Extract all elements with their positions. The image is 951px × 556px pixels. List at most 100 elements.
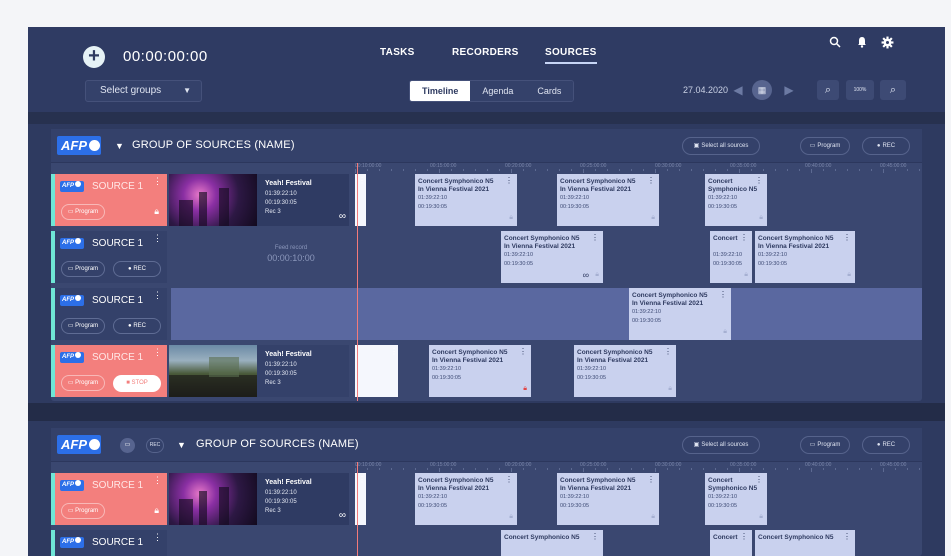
source-card[interactable]: AFP SOURCE 1 ⋮ ▭ Program 🔒︎ — [51, 174, 167, 226]
more-vertical-icon[interactable]: ⋮ — [153, 233, 162, 244]
view-agenda[interactable]: Agenda — [470, 81, 526, 101]
view-switch: Timeline Agenda Cards — [409, 80, 575, 102]
more-vertical-icon[interactable]: ⋮ — [153, 532, 162, 543]
bell-icon[interactable] — [855, 36, 869, 50]
program-button[interactable]: ▭ Program — [61, 375, 105, 391]
recording-card[interactable]: Concert Symphonico N5 In Vienna Festival… — [415, 473, 517, 525]
source-card[interactable]: AFP SOURCE 1 ⋮ ▭ Program 🔒︎ — [51, 473, 167, 525]
recording-subtitle: In Vienna Festival 2021 — [632, 300, 704, 307]
recording-card[interactable]: Concert Symphonico N5 In Vienna Festival… — [429, 345, 531, 397]
more-vertical-icon[interactable]: ⋮ — [664, 347, 672, 356]
more-vertical-icon[interactable]: ⋮ — [740, 233, 748, 242]
more-vertical-icon[interactable]: ⋮ — [719, 290, 727, 299]
ruler-tick — [463, 468, 464, 470]
tab-tasks[interactable]: TASKS — [380, 47, 415, 58]
rec-button[interactable]: ● REC — [862, 436, 910, 454]
zoom-in-icon[interactable]: ⌕ — [880, 80, 906, 100]
prev-arrow-icon[interactable]: ◀ — [732, 82, 744, 98]
tab-recorders[interactable]: RECORDERS — [452, 47, 519, 58]
search-icon[interactable] — [828, 36, 842, 50]
more-vertical-icon[interactable]: ⋮ — [505, 176, 513, 185]
more-vertical-icon[interactable]: ⋮ — [505, 475, 513, 484]
ruler-tick — [607, 169, 608, 171]
more-vertical-icon[interactable]: ⋮ — [591, 532, 599, 541]
tab-sources[interactable]: SOURCES — [545, 47, 597, 64]
recording-card[interactable]: Concert Symphonico N5 In Vienna Festival… — [629, 288, 731, 340]
recording-title: Concert Symphonico N5 — [418, 477, 494, 484]
more-vertical-icon[interactable]: ⋮ — [755, 176, 763, 185]
rec-button[interactable]: ● REC — [113, 261, 161, 277]
recording-time-2: 00:19:30:05 — [418, 204, 448, 210]
add-icon[interactable]: + — [83, 46, 105, 68]
more-vertical-icon[interactable]: ⋮ — [153, 475, 162, 486]
more-vertical-icon[interactable]: ⋮ — [740, 532, 748, 541]
more-vertical-icon[interactable]: ⋮ — [390, 347, 398, 356]
recording-card[interactable]: Concert Symphonico N5 In Vienna Festival… — [415, 174, 517, 226]
program-button[interactable]: ▭ Program — [800, 137, 850, 155]
more-vertical-icon[interactable]: ⋮ — [358, 475, 366, 484]
program-button[interactable]: ▭ Program — [800, 436, 850, 454]
live-title: Yeah! Festival — [265, 351, 312, 358]
lock-icon: 🔒︎ — [668, 385, 672, 392]
more-vertical-icon[interactable]: ⋮ — [843, 233, 851, 242]
stop-button[interactable]: ■ STOP — [113, 375, 161, 392]
recording-card[interactable]: Concert Symphonico N5 In Vienna Festival… — [557, 174, 659, 226]
playhead[interactable] — [357, 462, 358, 556]
chevron-down-icon[interactable]: ▼ — [115, 141, 124, 151]
more-vertical-icon[interactable]: ⋮ — [843, 532, 851, 541]
rec-button[interactable]: ● REC — [862, 137, 910, 155]
more-vertical-icon[interactable]: ⋮ — [755, 475, 763, 484]
next-arrow-icon[interactable]: ▶ — [783, 82, 795, 98]
program-button[interactable]: ▭ Program — [61, 503, 105, 519]
recording-card[interactable]: Concert Symphonico N5 In Vienna Festival… — [557, 473, 659, 525]
playhead[interactable] — [357, 163, 358, 401]
recording-card[interactable]: Concert Symphonico N5 In Vienna Festival… — [574, 345, 676, 397]
recording-time-1: 01:39:22:10 — [418, 195, 448, 201]
source-card[interactable]: AFP SOURCE 1 ⋮ ▭ Program ● REC — [51, 231, 167, 283]
calendar-icon[interactable]: ▦ — [752, 80, 772, 100]
recording-card[interactable]: Concert Symphonico N5 01:39:22:10 00:19:… — [705, 473, 767, 525]
logo-text: AFP — [62, 354, 74, 360]
mini-rec-button[interactable]: REC — [146, 438, 164, 453]
more-vertical-icon[interactable]: ⋮ — [153, 347, 162, 358]
source-card[interactable]: AFP SOURCE 1 ⋮ ▭ Program ■ STOP — [51, 345, 167, 397]
zoom-out-icon[interactable]: ⌕ — [817, 80, 839, 100]
more-vertical-icon[interactable]: ⋮ — [647, 475, 655, 484]
recording-card[interactable]: Concert Symphonico N5 In Vienna Festival… — [501, 231, 603, 283]
source-name: SOURCE 1 — [92, 480, 144, 491]
select-all-button[interactable]: ▣ Select all sources — [682, 436, 760, 454]
more-vertical-icon[interactable]: ⋮ — [647, 176, 655, 185]
more-vertical-icon[interactable]: ⋮ — [358, 176, 366, 185]
program-button[interactable]: ▭ Program — [61, 318, 105, 334]
ruler-tick — [883, 169, 884, 173]
view-timeline[interactable]: Timeline — [410, 81, 471, 101]
recording-card[interactable]: Concert ⋮ — [710, 530, 752, 556]
zoom-level[interactable]: 100% — [846, 80, 874, 100]
select-groups-dropdown[interactable]: Select groups ▼ — [85, 80, 202, 102]
recording-card[interactable]: Concert 01:39:22:10 00:19:30:05 ⋮ 🔒︎ — [710, 231, 752, 283]
ruler-tick — [403, 468, 404, 470]
program-button[interactable]: ▭ Program — [61, 204, 105, 220]
monitor-icon[interactable]: ▭ — [120, 438, 135, 453]
more-vertical-icon[interactable]: ⋮ — [153, 176, 162, 187]
select-all-button[interactable]: ▣ Select all sources — [682, 137, 760, 155]
rec-button[interactable]: ● REC — [113, 318, 161, 334]
more-vertical-icon[interactable]: ⋮ — [519, 347, 527, 356]
ruler-tick — [643, 468, 644, 470]
more-vertical-icon[interactable]: ⋮ — [153, 290, 162, 301]
chevron-down-icon[interactable]: ▼ — [177, 440, 186, 450]
recording-card[interactable]: Concert Symphonico N5 ⋮ — [501, 530, 603, 556]
recording-card[interactable]: Concert Symphonico N5 In Vienna Festival… — [755, 231, 855, 283]
source-card[interactable]: AFP SOURCE 1 ⋮ ▭ Program ● REC — [51, 288, 167, 340]
gear-icon[interactable] — [880, 36, 894, 50]
ruler-tick — [751, 468, 752, 470]
group-title: GROUP OF SOURCES (NAME) — [132, 139, 295, 151]
more-vertical-icon[interactable]: ⋮ — [591, 233, 599, 242]
ruler-tick — [355, 169, 356, 173]
source-card[interactable]: AFP SOURCE 1 ⋮ — [51, 530, 167, 556]
recording-card[interactable]: Concert Symphonico N5 01:39:22:10 00:19:… — [705, 174, 767, 226]
view-cards[interactable]: Cards — [525, 81, 574, 101]
program-button[interactable]: ▭ Program — [61, 261, 105, 277]
ruler-tick — [679, 468, 680, 470]
recording-card[interactable]: Concert Symphonico N5 ⋮ — [755, 530, 855, 556]
